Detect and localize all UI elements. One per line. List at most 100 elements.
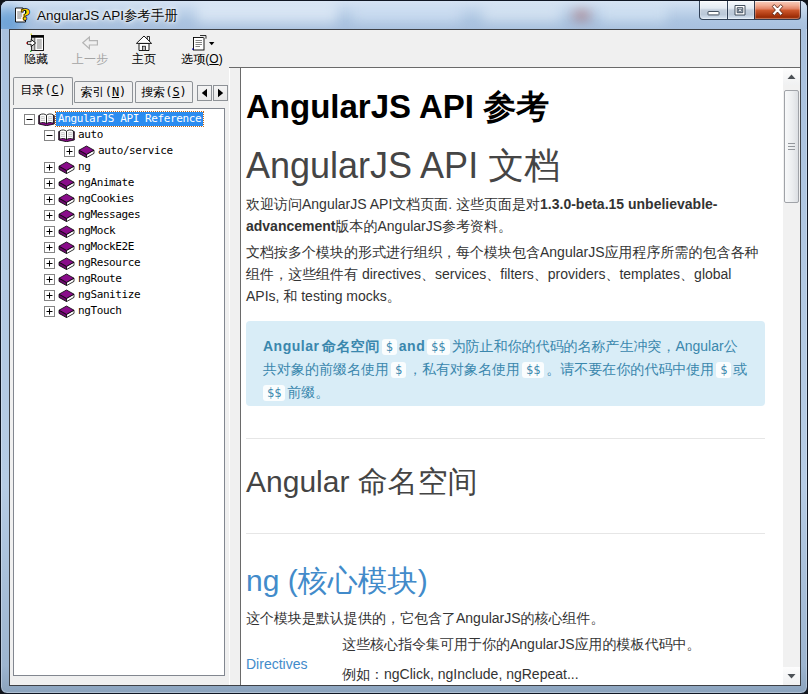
alert-segment: $ xyxy=(382,339,397,355)
tree-item-auto-service[interactable]: auto/service xyxy=(14,143,224,159)
alert-segment: $ xyxy=(391,362,406,378)
directives-line: 这些核心指令集可用于你的AngularJS应用的模板代码中。 xyxy=(342,634,701,654)
close-button[interactable] xyxy=(754,1,801,20)
tree-item-label[interactable]: auto/service xyxy=(96,144,175,158)
close-icon xyxy=(755,1,800,20)
tab-label-text: 索引 xyxy=(81,85,105,99)
directives-link[interactable]: Directives xyxy=(246,634,307,672)
expand-icon[interactable] xyxy=(44,210,55,221)
alert-segment: Angular 命名空间 xyxy=(263,338,380,354)
back-label: 上一步 xyxy=(72,53,108,66)
alert-segment: and xyxy=(399,338,425,354)
expand-icon[interactable] xyxy=(44,162,55,173)
expand-icon[interactable] xyxy=(44,258,55,269)
expand-icon[interactable] xyxy=(44,290,55,301)
minimize-icon xyxy=(700,1,727,20)
hide-button[interactable]: 隐藏 xyxy=(13,30,59,67)
closed-book-icon xyxy=(58,240,75,254)
tree-item-ngtouch[interactable]: ngTouch xyxy=(14,303,224,319)
alert-segment: $ xyxy=(716,362,731,378)
tree-item-angularjs-api-reference[interactable]: AngularJS API Reference xyxy=(14,111,224,127)
alert-segment: $$ xyxy=(427,339,449,355)
maximize-icon xyxy=(728,1,752,20)
alert-segment: ，私有对象名使用 xyxy=(408,361,520,377)
toolbar: 隐藏 上一步 主页 xyxy=(10,30,800,67)
alert-segment: 前缀。 xyxy=(287,384,329,400)
closed-book-icon xyxy=(58,208,75,222)
caption-buttons xyxy=(699,1,801,21)
help-viewer-window: ? AngularJS API参考手册 xyxy=(0,0,808,694)
options-button[interactable]: 选项(O) xyxy=(175,30,229,67)
titlebar-glass-haze xyxy=(573,10,590,21)
tree-item-label[interactable]: ngTouch xyxy=(76,304,124,318)
collapse-icon[interactable] xyxy=(24,114,35,125)
tree-item-ngcookies[interactable]: ngCookies xyxy=(14,191,224,207)
options-label: 选项(O) xyxy=(181,53,222,66)
tree-item-label[interactable]: ngMockE2E xyxy=(76,240,136,254)
tree-item-label[interactable]: ngMock xyxy=(76,224,117,238)
tree-item-nganimate[interactable]: ngAnimate xyxy=(14,175,224,191)
tree-item-ng[interactable]: ng xyxy=(14,159,224,175)
titlebar-glass-haze xyxy=(483,6,561,23)
tree-item-label[interactable]: ngCookies xyxy=(76,192,136,206)
expand-icon[interactable] xyxy=(44,242,55,253)
tab-access-key: S xyxy=(172,85,179,99)
namespace-heading: Angular 命名空间 xyxy=(246,465,765,499)
divider xyxy=(246,438,765,439)
right-arrow-icon xyxy=(216,88,225,98)
options-label-text: 选项 xyxy=(181,52,205,66)
expand-icon[interactable] xyxy=(44,306,55,317)
tree-item-label[interactable]: AngularJS API Reference xyxy=(56,112,203,126)
tab-scroll-left-button[interactable] xyxy=(197,85,212,101)
alert-segment: 。请不要在你的代码中使用 xyxy=(546,361,714,377)
closed-book-icon xyxy=(58,176,75,190)
tab-contents[interactable]: 目录(C) xyxy=(13,77,73,105)
tree-item-label[interactable]: ngRoute xyxy=(76,272,124,286)
divider xyxy=(246,533,765,534)
expand-icon[interactable] xyxy=(44,226,55,237)
content-scrollbar[interactable] xyxy=(783,68,800,685)
tree-item-label[interactable]: auto xyxy=(76,128,105,142)
scrollbar-thumb[interactable] xyxy=(784,90,799,203)
titlebar[interactable]: ? AngularJS API参考手册 xyxy=(1,1,808,29)
minimize-button[interactable] xyxy=(699,1,728,20)
tree-item-label[interactable]: ngMessages xyxy=(76,208,142,222)
tab-scroll-right-button[interactable] xyxy=(213,85,228,101)
collapse-icon[interactable] xyxy=(44,130,55,141)
intro-paragraph: 欢迎访问AngularJS API文档页面. 这些页面是对1.3.0-beta.… xyxy=(246,193,765,237)
titlebar-glass-haze xyxy=(601,6,667,23)
tab-search[interactable]: 搜索(S) xyxy=(135,81,193,103)
back-button[interactable]: 上一步 xyxy=(67,30,113,67)
directives-description-cell: 这些核心指令集可用于你的AngularJS应用的模板代码中。 例如：ngClic… xyxy=(342,634,701,684)
tree-item-label[interactable]: ngResource xyxy=(76,256,142,270)
tree-item-label[interactable]: ngAnimate xyxy=(76,176,136,190)
tree-item-label[interactable]: ngSanitize xyxy=(76,288,142,302)
scroll-down-icon xyxy=(787,673,796,679)
closed-book-icon xyxy=(58,224,75,238)
tree-item-ngroute[interactable]: ngRoute xyxy=(14,271,224,287)
tree-item-label[interactable]: ng xyxy=(76,160,92,174)
tree-item-ngmessages[interactable]: ngMessages xyxy=(14,207,224,223)
expand-icon[interactable] xyxy=(44,178,55,189)
maximize-button[interactable] xyxy=(728,1,754,20)
tree-item-ngsanitize[interactable]: ngSanitize xyxy=(14,287,224,303)
tab-label-text: 目录 xyxy=(20,83,44,97)
pane-splitter[interactable] xyxy=(229,68,241,685)
open-book-icon xyxy=(38,112,55,126)
tree-item-ngmocke2e[interactable]: ngMockE2E xyxy=(14,239,224,255)
expand-icon[interactable] xyxy=(44,194,55,205)
ng-module-heading: ng (核心模块) xyxy=(246,564,765,598)
tree-item-auto[interactable]: auto xyxy=(14,127,224,143)
expand-icon[interactable] xyxy=(64,146,75,157)
expand-icon[interactable] xyxy=(44,274,55,285)
tree-item-ngmock[interactable]: ngMock xyxy=(14,223,224,239)
closed-book-icon xyxy=(58,304,75,318)
tab-index[interactable]: 索引(N) xyxy=(74,81,133,103)
scroll-up-button[interactable] xyxy=(783,68,800,85)
left-arrow-icon xyxy=(200,88,209,98)
intro-text-post: 版本的AngularJS参考资料。 xyxy=(335,218,512,234)
scroll-down-button[interactable] xyxy=(783,667,800,684)
tab-access-key: N xyxy=(112,85,119,99)
tree-item-ngresource[interactable]: ngResource xyxy=(14,255,224,271)
home-button[interactable]: 主页 xyxy=(121,30,167,67)
